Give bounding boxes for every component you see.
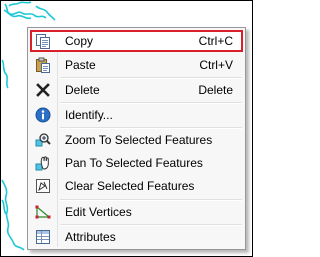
delete-x-icon	[35, 82, 51, 98]
menu-item-shortcut: Delete	[198, 83, 233, 97]
identify-info-icon	[35, 107, 51, 123]
menu-item-attributes[interactable]: Attributes	[30, 226, 243, 248]
context-menu: Copy Ctrl+C Paste Ctrl+V Delete Delete I…	[27, 27, 246, 250]
menu-item-identify[interactable]: Identify...	[30, 104, 243, 126]
edit-vertices-icon	[35, 204, 51, 220]
menu-item-paste[interactable]: Paste Ctrl+V	[30, 54, 243, 76]
menu-item-clear-selected[interactable]: Clear Selected Features	[30, 175, 243, 197]
menu-item-label: Delete	[65, 83, 100, 97]
menu-item-label: Identify...	[65, 108, 113, 122]
menu-item-label: Paste	[65, 58, 96, 72]
menu-item-label: Clear Selected Features	[65, 179, 195, 193]
copy-icon	[35, 33, 51, 49]
menu-item-label: Attributes	[65, 230, 116, 244]
menu-item-shortcut: Ctrl+V	[199, 58, 233, 72]
clear-selection-icon	[35, 178, 51, 194]
paste-icon	[35, 57, 51, 73]
menu-item-label: Copy	[65, 34, 94, 48]
menu-item-zoom-to-selected[interactable]: Zoom To Selected Features	[30, 129, 243, 151]
pan-to-selected-icon	[35, 155, 51, 171]
menu-item-label: Zoom To Selected Features	[65, 133, 213, 147]
attributes-table-icon	[35, 229, 51, 245]
menu-item-label: Edit Vertices	[65, 205, 132, 219]
menu-item-copy[interactable]: Copy Ctrl+C	[30, 30, 243, 52]
menu-item-pan-to-selected[interactable]: Pan To Selected Features	[30, 152, 243, 174]
menu-item-delete[interactable]: Delete Delete	[30, 79, 243, 101]
menu-item-edit-vertices[interactable]: Edit Vertices	[30, 201, 243, 223]
menu-item-shortcut: Ctrl+C	[198, 34, 233, 48]
menu-item-label: Pan To Selected Features	[65, 156, 203, 170]
zoom-to-selected-icon	[35, 132, 51, 148]
